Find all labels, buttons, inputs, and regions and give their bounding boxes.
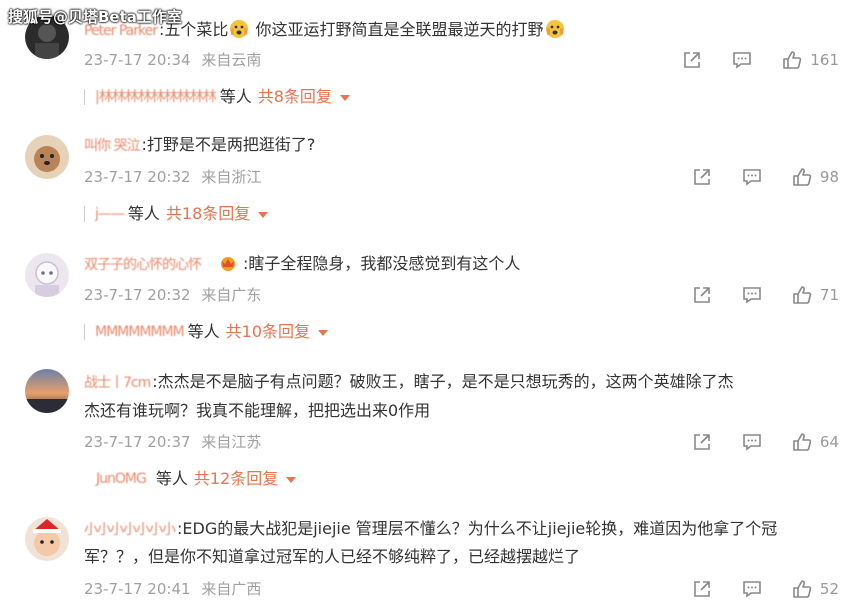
like-count: 64 bbox=[819, 433, 839, 451]
reply-nickname[interactable]: |林林林林林林林林林 bbox=[95, 86, 217, 108]
thumbs-up-icon bbox=[792, 285, 812, 305]
view-replies-link[interactable]: 共10条回复 bbox=[226, 321, 329, 343]
comment-icon[interactable] bbox=[742, 167, 762, 187]
comment-time: 23-7-17 20:37 bbox=[84, 433, 191, 451]
view-replies-link[interactable]: 共8条回复 bbox=[258, 86, 350, 108]
avatar[interactable] bbox=[25, 253, 69, 297]
comment-location: 来自浙江 bbox=[201, 168, 262, 186]
comment-icon[interactable] bbox=[742, 432, 762, 452]
reply-summary: JunOMG 等人 共12条回复 bbox=[84, 468, 297, 490]
comment-location: 来自江苏 bbox=[201, 433, 262, 451]
divider bbox=[84, 206, 85, 222]
avatar[interactable] bbox=[25, 369, 69, 413]
scared-face-icon bbox=[544, 18, 566, 40]
reply-nickname[interactable]: MMMMMMMM bbox=[95, 321, 185, 343]
comment-time: 23-7-17 20:34 bbox=[84, 51, 191, 69]
comment-actions: 64 bbox=[692, 431, 839, 453]
like-button[interactable]: 98 bbox=[792, 167, 839, 187]
scared-face-icon bbox=[228, 18, 250, 40]
comment-actions: 71 bbox=[692, 284, 839, 306]
share-icon[interactable] bbox=[692, 579, 712, 599]
comment-text-continued: 军？？，但是你不知道拿过冠军的人已经不够纯粹了，已经越摆越烂了 bbox=[84, 547, 581, 566]
comment-text: Peter Parker:五个菜比 你这亚运打野简直是全联盟最逆天的打野 bbox=[84, 16, 839, 45]
crown-badge-icon bbox=[217, 252, 239, 274]
comment-time: 23-7-17 20:32 bbox=[84, 286, 191, 304]
comment-location: 来自云南 bbox=[201, 51, 262, 69]
like-count: 161 bbox=[810, 51, 839, 69]
watermark: 搜狐号@贝塔Beta工作室 bbox=[8, 8, 182, 26]
comment-nickname[interactable]: 叫你 哭泣 bbox=[84, 133, 140, 160]
share-icon[interactable] bbox=[692, 285, 712, 305]
like-count: 52 bbox=[819, 580, 839, 598]
comment-location: 来自广西 bbox=[201, 580, 262, 598]
comment-meta: 23-7-17 20:34 来自云南 bbox=[84, 49, 261, 71]
comment-text: 双子子的心怀的心怀:瞎子全程隐身，我都没感觉到有这个人 bbox=[84, 250, 839, 279]
divider bbox=[84, 89, 85, 105]
comment-actions: 52 bbox=[692, 578, 839, 600]
reply-summary: |林林林林林林林林林 等人 共8条回复 bbox=[84, 86, 350, 108]
comment-icon[interactable] bbox=[742, 579, 762, 599]
comment-meta: 23-7-17 20:32 来自浙江 bbox=[84, 166, 261, 188]
comment-actions: 161 bbox=[682, 49, 839, 71]
comment-meta: 23-7-17 20:41 来自广西 bbox=[84, 578, 261, 600]
comment-nickname[interactable]: 双子子的心怀的心怀 bbox=[84, 252, 202, 279]
comment-icon[interactable] bbox=[742, 285, 762, 305]
like-count: 98 bbox=[819, 168, 839, 186]
caret-down-icon bbox=[286, 477, 297, 483]
comment-actions: 98 bbox=[692, 166, 839, 188]
caret-down-icon bbox=[258, 212, 269, 218]
comment-nickname[interactable]: 小小小小小小小 bbox=[84, 517, 176, 544]
share-icon[interactable] bbox=[692, 167, 712, 187]
comment-icon[interactable] bbox=[732, 50, 752, 70]
comment-nickname[interactable]: 战士丨7cm bbox=[84, 370, 151, 397]
share-icon[interactable] bbox=[692, 432, 712, 452]
like-button[interactable]: 52 bbox=[792, 579, 839, 599]
avatar[interactable] bbox=[25, 135, 69, 179]
like-button[interactable]: 64 bbox=[792, 432, 839, 452]
like-button[interactable]: 71 bbox=[792, 285, 839, 305]
comment-text-continued: 杰还有谁玩啊？我真不能理解，把把选出来0作用 bbox=[84, 401, 431, 420]
avatar[interactable] bbox=[25, 517, 69, 561]
comment-time: 23-7-17 20:41 bbox=[84, 580, 191, 598]
thumbs-up-icon bbox=[782, 50, 802, 70]
comment-meta: 23-7-17 20:37 来自江苏 bbox=[84, 431, 261, 453]
reply-summary: j—— 等人 共18条回复 bbox=[84, 203, 269, 225]
comment-location: 来自广东 bbox=[201, 286, 262, 304]
comment-meta: 23-7-17 20:32 来自广东 bbox=[84, 284, 261, 306]
view-replies-link[interactable]: 共12条回复 bbox=[194, 468, 297, 490]
divider bbox=[84, 324, 85, 340]
like-button[interactable]: 161 bbox=[782, 50, 839, 70]
view-replies-link[interactable]: 共18条回复 bbox=[166, 203, 269, 225]
comment-text: 战士丨7cm:杰杰是不是脑子有点问题？破败王，瞎子，是不是只想玩秀的，这两个英雄… bbox=[84, 368, 839, 397]
reply-nickname[interactable]: JunOMG bbox=[96, 468, 147, 490]
reply-nickname[interactable]: j—— bbox=[95, 203, 125, 225]
thumbs-up-icon bbox=[792, 432, 812, 452]
share-icon[interactable] bbox=[682, 50, 702, 70]
reply-summary: MMMMMMMM 等人 共10条回复 bbox=[84, 321, 329, 343]
thumbs-up-icon bbox=[792, 579, 812, 599]
comment-text: 小小小小小小小:EDG的最大战犯是jiejie 管理层不懂么？为什么不让jiej… bbox=[84, 515, 839, 544]
comment-time: 23-7-17 20:32 bbox=[84, 168, 191, 186]
comment-text: 叫你 哭泣:打野是不是两把逛街了? bbox=[84, 131, 839, 160]
thumbs-up-icon bbox=[792, 167, 812, 187]
caret-down-icon bbox=[339, 95, 350, 101]
caret-down-icon bbox=[318, 330, 329, 336]
like-count: 71 bbox=[819, 286, 839, 304]
